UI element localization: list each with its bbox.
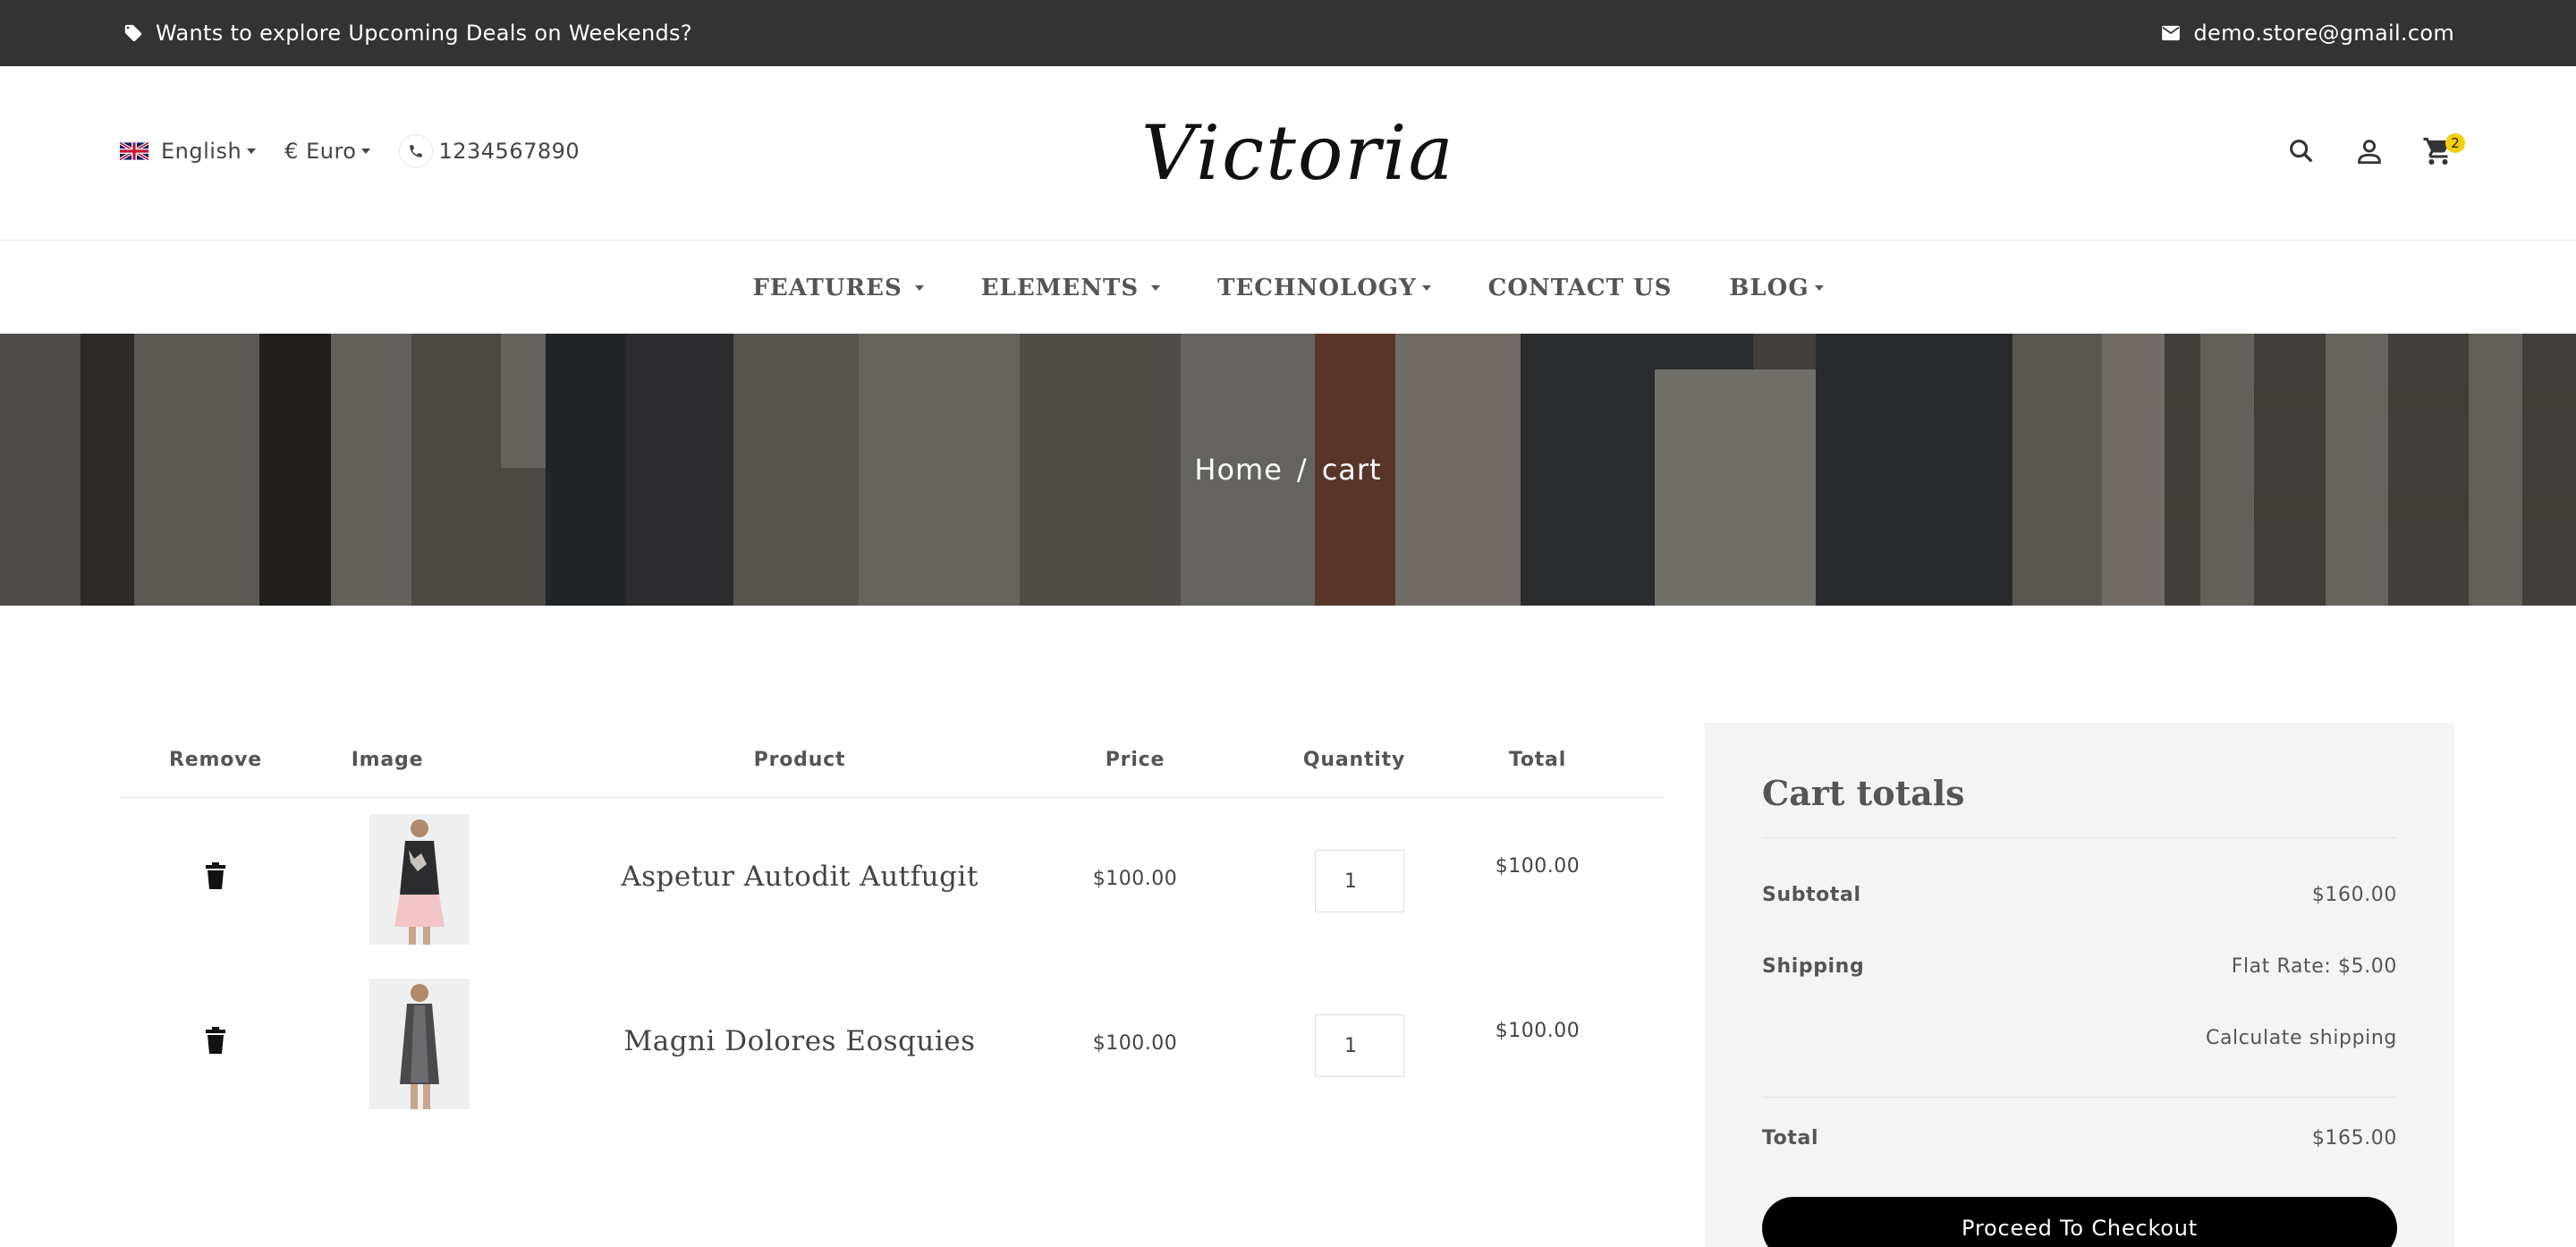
top-bar: Wants to explore Upcoming Deals on Weeke… [0,0,2576,66]
total-value: $165.00 [2311,1127,2397,1149]
uk-flag-icon [120,142,148,160]
remove-item-button[interactable] [206,862,225,893]
nav-label: FEATURES [752,274,902,301]
chevron-down-icon [914,284,924,291]
product-name[interactable]: Aspetur Autodit Autfugit [621,861,979,893]
currency-label: € Euro [284,139,357,164]
breadcrumb-home[interactable]: Home [1194,453,1283,487]
phone-contact[interactable]: 1234567890 [399,134,580,168]
phone-number: 1234567890 [438,139,580,164]
column-remove: Remove [169,749,262,771]
column-total: Total [1508,749,1567,771]
mail-icon [2162,25,2181,41]
search-button[interactable] [2286,136,2317,166]
column-image: Image [351,749,424,771]
subtotal-value: $160.00 [2311,884,2397,906]
column-quantity: Quantity [1302,749,1406,771]
trash-icon [206,1027,225,1054]
promo-text: Wants to explore Upcoming Deals on Weeke… [156,21,692,46]
tag-icon [124,24,142,42]
nav-item-elements[interactable]: ELEMENTS [980,274,1161,301]
header-left: English € Euro 1234567890 [120,66,608,236]
email-link[interactable]: demo.store@gmail.com [2161,0,2454,66]
breadcrumb: Home / cart [0,334,2576,606]
table-row: Magni Dolores Eosquies $100.00 $100.00 [120,963,1664,1127]
breadcrumb-separator: / [1296,453,1308,487]
product-price: $100.00 [1092,868,1178,890]
chevron-down-icon [1151,284,1161,291]
promo-banner[interactable]: Wants to explore Upcoming Deals on Weeke… [123,0,692,66]
product-image-dress-floral [369,814,470,945]
chevron-down-icon [1814,284,1824,291]
nav-item-features[interactable]: FEATURES [752,274,924,301]
language-label: English [161,139,242,164]
proceed-to-checkout-button[interactable]: Proceed To Checkout [1762,1197,2397,1247]
product-price: $100.00 [1092,1032,1178,1055]
shipping-value: Flat Rate: $5.00 [2231,955,2397,978]
product-image-dress-grey [369,979,470,1109]
shipping-label: Shipping [1762,955,1865,978]
nav-item-blog[interactable]: BLOG [1729,274,1824,301]
cart-table: Remove Image Product Price Quantity Tota… [120,723,1664,1127]
row-total: $100.00 [1495,855,1580,878]
quantity-input[interactable] [1315,850,1404,912]
phone-icon [399,134,434,168]
product-thumbnail[interactable] [369,814,470,945]
column-product: Product [753,749,846,771]
site-header: English € Euro 1234567890 Victoria 2 [0,66,2576,241]
header-actions: 2 [2249,66,2465,236]
divider [1762,1097,2397,1098]
language-selector[interactable]: English [120,139,257,164]
quantity-input[interactable] [1315,1014,1404,1077]
user-icon [2358,140,2381,165]
product-thumbnail[interactable] [369,979,470,1109]
nav-label: TECHNOLOGY [1217,274,1417,301]
nav-item-contact-us[interactable]: CONTACT US [1488,275,1673,301]
trash-icon [206,862,225,889]
cart-totals-panel: Cart totals Subtotal $160.00 Shipping Fl… [1705,723,2454,1247]
row-total: $100.00 [1495,1020,1580,1042]
breadcrumb-current: cart [1321,453,1382,487]
page-banner: Home / cart [0,334,2576,606]
cart-table-header: Remove Image Product Price Quantity Tota… [120,723,1664,798]
cart-count-badge: 2 [2445,133,2465,153]
cart-button[interactable]: 2 [2422,133,2465,167]
nav-label: ELEMENTS [980,274,1140,301]
chevron-down-icon [361,148,371,154]
calculate-shipping-link[interactable]: Calculate shipping [2206,1027,2397,1049]
table-row: Aspetur Autodit Autfugit $100.00 $100.00 [120,798,1664,963]
divider [1762,837,2397,838]
search-icon [2290,140,2313,163]
remove-item-button[interactable] [206,1027,225,1057]
total-label: Total [1762,1127,1819,1149]
site-logo[interactable]: Victoria [1141,104,1453,202]
nav-item-technology[interactable]: TECHNOLOGY [1217,275,1431,301]
column-price: Price [1105,749,1165,771]
subtotal-label: Subtotal [1762,884,1861,906]
cart-totals-title: Cart totals [1762,773,1965,813]
nav-label: BLOG [1729,274,1809,301]
chevron-down-icon [247,148,257,154]
email-text: demo.store@gmail.com [2193,21,2454,46]
product-name[interactable]: Magni Dolores Eosquies [621,1025,979,1057]
main-nav: FEATURES ELEMENTS TECHNOLOGY CONTACT US … [0,242,2576,334]
chevron-down-icon [1421,284,1431,291]
nav-label: CONTACT US [1487,274,1673,301]
currency-selector[interactable]: € Euro [284,139,371,164]
account-button[interactable] [2354,136,2385,166]
